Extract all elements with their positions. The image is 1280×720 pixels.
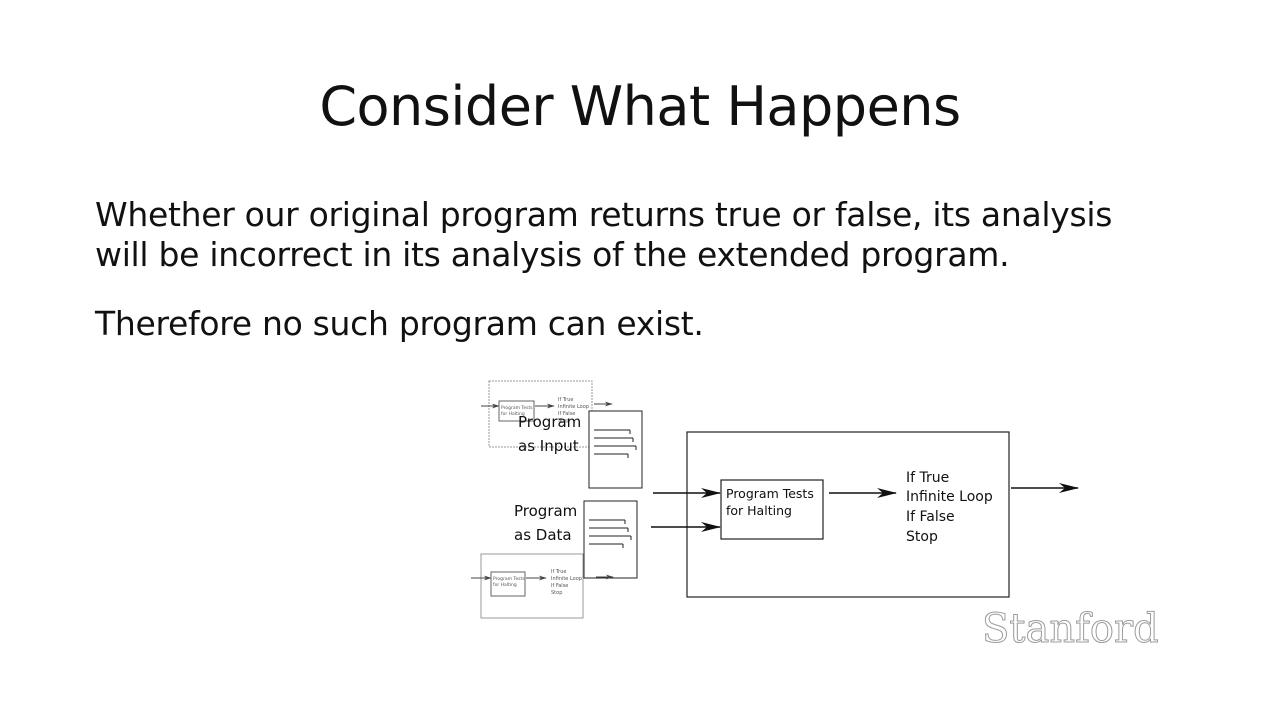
- mini-program-top-tester-line-1: Program Tests: [501, 405, 533, 411]
- slide: Consider What Happens Whether our origin…: [0, 0, 1280, 720]
- data-label-line-2: as Data: [514, 526, 572, 544]
- document-data-icon: [583, 500, 638, 579]
- document-input-icon: [588, 410, 643, 489]
- mini-program-top-outcome-line-2: Infinite Loop: [558, 404, 589, 410]
- input-label-line-2: as Input: [518, 437, 579, 455]
- outcome-line-1: If True: [906, 470, 949, 486]
- data-label-line-1: Program: [514, 502, 577, 520]
- outcome-line-4: Stop: [906, 529, 938, 545]
- mini-program-bottom-tester-line-1: Program Tests: [493, 576, 525, 582]
- tester-label-line-1: Program Tests: [726, 486, 814, 501]
- mini-program-bottom-outcome-line-3: If False: [551, 583, 568, 589]
- stanford-logo: Stanford: [982, 606, 1160, 653]
- outcome-line-3: If False: [906, 509, 955, 525]
- outcome-line-2: Infinite Loop: [906, 489, 993, 505]
- mini-program-bottom-outcome-line-4: Stop: [551, 590, 562, 596]
- mini-program-bottom-outcome-line-2: Infinite Loop: [551, 576, 582, 582]
- mini-program-bottom-tester-line-2: for Halting: [493, 582, 517, 588]
- tester-label-line-2: for Halting: [726, 503, 792, 518]
- input-label-line-1: Program: [518, 413, 581, 431]
- mini-program-bottom-outcome-line-1: If True: [551, 569, 566, 575]
- mini-program-top-outcome-line-1: If True: [558, 397, 573, 403]
